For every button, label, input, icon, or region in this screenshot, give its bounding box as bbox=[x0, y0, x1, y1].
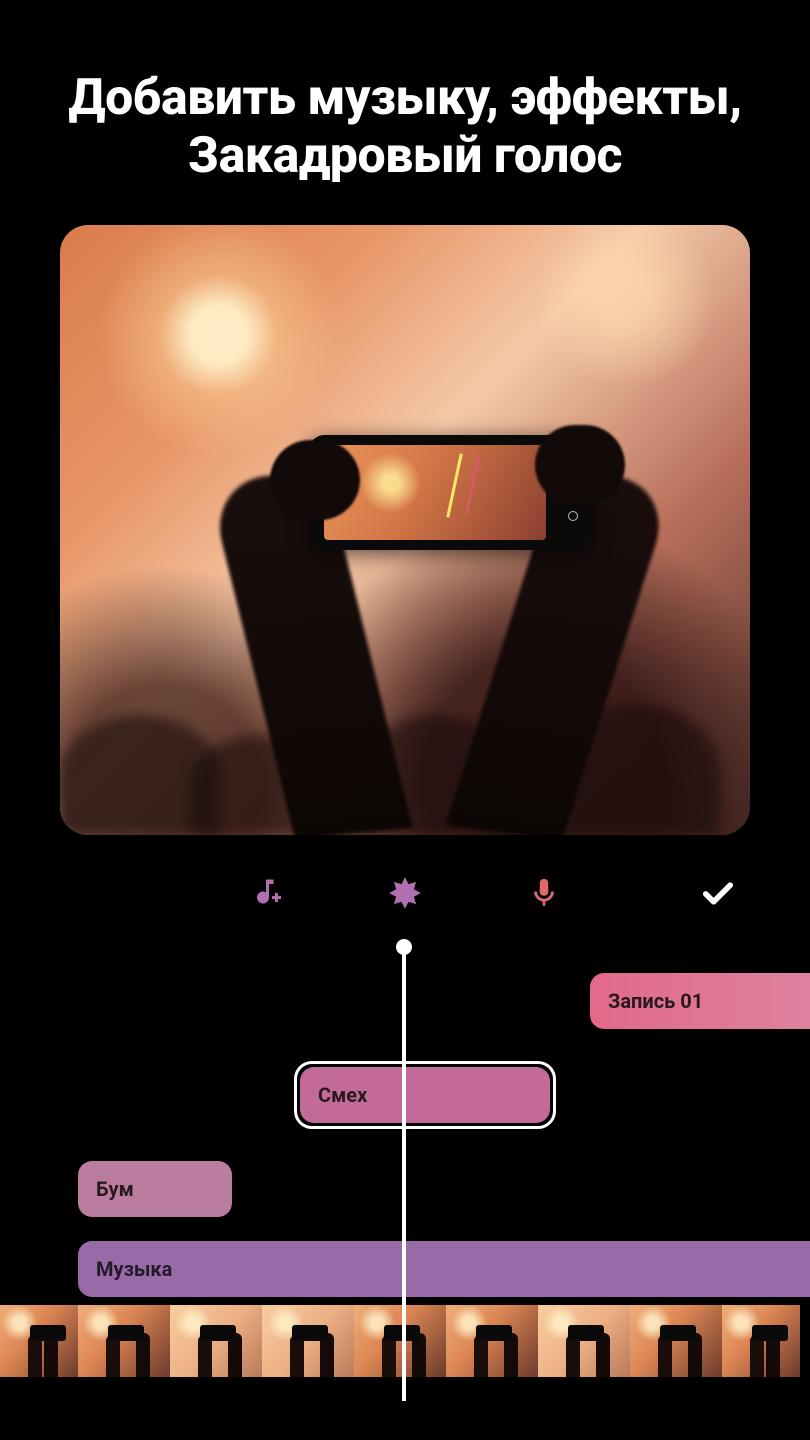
add-voiceover-button[interactable] bbox=[522, 871, 566, 915]
filmstrip-frame[interactable] bbox=[722, 1305, 800, 1377]
filmstrip-frame[interactable] bbox=[262, 1305, 354, 1377]
page-title: Добавить музыку, эффекты, Закадровый гол… bbox=[0, 0, 810, 215]
starburst-icon bbox=[386, 874, 424, 912]
clip-boom[interactable]: Бум bbox=[78, 1161, 232, 1217]
editor-toolbar bbox=[0, 863, 810, 923]
checkmark-icon bbox=[697, 872, 739, 914]
confirm-button[interactable] bbox=[696, 871, 740, 915]
clip-record[interactable]: Запись 01 bbox=[590, 973, 810, 1029]
music-plus-icon bbox=[248, 875, 284, 911]
filmstrip-frame[interactable] bbox=[170, 1305, 262, 1377]
microphone-icon bbox=[527, 876, 561, 910]
filmstrip-frame[interactable] bbox=[630, 1305, 722, 1377]
clip-laugh-selected[interactable]: Смех bbox=[294, 1061, 556, 1129]
clip-label: Музыка bbox=[96, 1257, 172, 1281]
filmstrip-frame[interactable] bbox=[354, 1305, 446, 1377]
filmstrip-frame[interactable] bbox=[0, 1305, 78, 1377]
timeline[interactable]: Запись 01 Смех Бум Музыка bbox=[0, 941, 810, 1391]
clip-music[interactable]: Музыка bbox=[78, 1241, 810, 1297]
filmstrip-frame[interactable] bbox=[78, 1305, 170, 1377]
clip-label: Запись 01 bbox=[608, 989, 703, 1013]
filmstrip-frame[interactable] bbox=[446, 1305, 538, 1377]
add-music-button[interactable] bbox=[244, 871, 288, 915]
video-preview bbox=[60, 225, 750, 835]
add-effects-button[interactable] bbox=[383, 871, 427, 915]
filmstrip-frame[interactable] bbox=[538, 1305, 630, 1377]
clip-label: Бум bbox=[96, 1177, 134, 1201]
playhead[interactable] bbox=[402, 941, 406, 1401]
clip-label: Смех bbox=[318, 1083, 367, 1107]
